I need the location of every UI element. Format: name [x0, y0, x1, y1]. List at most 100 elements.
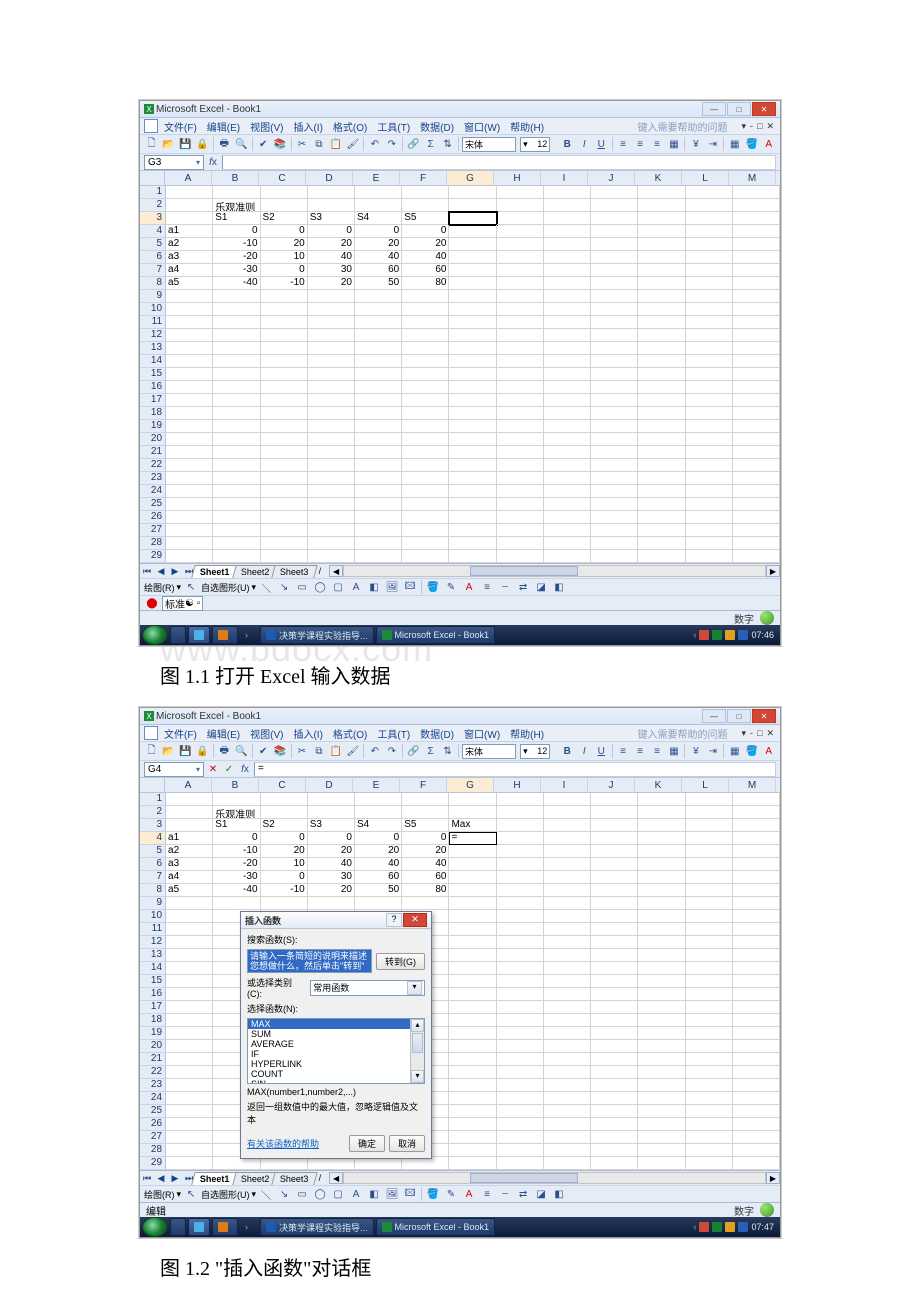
cell[interactable] — [497, 238, 544, 251]
cell[interactable]: 50 — [355, 277, 402, 290]
cell[interactable] — [638, 897, 685, 910]
cell[interactable] — [686, 550, 733, 563]
shadow-icon[interactable]: ◪ — [533, 1186, 549, 1202]
cell[interactable] — [449, 1014, 496, 1027]
cell[interactable]: = — [449, 832, 496, 845]
cell[interactable] — [686, 975, 733, 988]
cell[interactable] — [733, 394, 780, 407]
rectangle-icon[interactable]: ▭ — [294, 1186, 310, 1202]
cell[interactable] — [449, 524, 496, 537]
cell[interactable] — [733, 858, 780, 871]
textbox-icon[interactable]: ▢ — [330, 1186, 346, 1202]
menu-help[interactable]: 帮助(H) — [506, 726, 548, 741]
column-header[interactable]: I — [541, 171, 588, 185]
cell[interactable] — [686, 355, 733, 368]
row-header[interactable]: 15 — [140, 975, 166, 988]
cell[interactable] — [591, 524, 638, 537]
cell[interactable] — [497, 845, 544, 858]
cell[interactable] — [497, 1066, 544, 1079]
cell[interactable] — [686, 459, 733, 472]
cell[interactable] — [497, 936, 544, 949]
list-item[interactable]: IF — [248, 1049, 424, 1059]
cell[interactable] — [261, 537, 308, 550]
cell[interactable] — [544, 277, 591, 290]
spell-icon[interactable]: ✔ — [256, 743, 271, 759]
picture-icon[interactable]: 🖾 — [402, 1186, 418, 1202]
cell[interactable] — [638, 1040, 685, 1053]
cell[interactable]: 0 — [402, 832, 449, 845]
font-size-combo[interactable]: ▾ 12 — [520, 744, 550, 759]
category-select[interactable]: 常用函数 ▾ — [310, 980, 425, 996]
list-item[interactable]: SUM — [248, 1029, 424, 1039]
cell[interactable] — [591, 936, 638, 949]
cell[interactable] — [591, 975, 638, 988]
cell[interactable] — [497, 303, 544, 316]
cell[interactable] — [402, 459, 449, 472]
cell[interactable] — [497, 407, 544, 420]
cell[interactable] — [497, 511, 544, 524]
cell[interactable] — [733, 1157, 780, 1170]
cell[interactable] — [308, 394, 355, 407]
cell[interactable]: 60 — [355, 871, 402, 884]
cell[interactable] — [308, 303, 355, 316]
cell[interactable] — [733, 793, 780, 806]
preview-icon[interactable]: 🔍 — [234, 136, 249, 152]
list-item[interactable]: HYPERLINK — [248, 1059, 424, 1069]
cell[interactable] — [449, 910, 496, 923]
cell[interactable] — [308, 897, 355, 910]
cell[interactable] — [355, 355, 402, 368]
cell[interactable] — [449, 1027, 496, 1040]
cell[interactable] — [591, 1014, 638, 1027]
borders-icon[interactable]: ▦ — [727, 743, 742, 759]
cell[interactable] — [638, 1157, 685, 1170]
cell[interactable] — [213, 472, 260, 485]
cell[interactable] — [733, 485, 780, 498]
cell[interactable]: S3 — [308, 819, 355, 832]
row-header[interactable]: 23 — [140, 472, 166, 485]
cell[interactable] — [308, 342, 355, 355]
cell[interactable] — [213, 433, 260, 446]
cell[interactable] — [733, 1105, 780, 1118]
cell[interactable] — [402, 472, 449, 485]
cell[interactable] — [544, 975, 591, 988]
cell[interactable] — [544, 485, 591, 498]
cell[interactable] — [261, 498, 308, 511]
cell[interactable] — [638, 212, 685, 225]
cell[interactable] — [166, 199, 213, 212]
cell[interactable] — [591, 329, 638, 342]
column-header[interactable]: M — [729, 778, 776, 792]
scroll-right-icon[interactable]: ▶ — [766, 565, 780, 577]
tray-icon-2[interactable] — [712, 630, 722, 640]
doc-max-icon[interactable]: □ — [755, 728, 764, 739]
cell[interactable] — [591, 923, 638, 936]
cell[interactable]: 20 — [308, 884, 355, 897]
row-header[interactable]: 14 — [140, 962, 166, 975]
list-item[interactable]: AVERAGE — [248, 1039, 424, 1049]
cell[interactable] — [733, 1001, 780, 1014]
cell[interactable] — [449, 355, 496, 368]
autosum-icon[interactable]: Σ — [423, 743, 438, 759]
cell[interactable] — [638, 923, 685, 936]
research-icon[interactable]: 📚 — [273, 136, 288, 152]
cell[interactable] — [638, 264, 685, 277]
row-header[interactable]: 25 — [140, 1105, 166, 1118]
align-center-icon[interactable]: ≡ — [633, 136, 648, 152]
cell[interactable] — [449, 962, 496, 975]
cell[interactable] — [686, 524, 733, 537]
hscroll-thumb[interactable] — [470, 566, 577, 576]
drawing-menu[interactable]: 绘图(R) — [144, 581, 175, 594]
cancel-edit-icon[interactable]: ✕ — [206, 762, 220, 776]
cell[interactable] — [213, 511, 260, 524]
row-header[interactable]: 22 — [140, 459, 166, 472]
cell[interactable] — [686, 884, 733, 897]
cell[interactable]: 40 — [355, 858, 402, 871]
cell[interactable] — [497, 988, 544, 1001]
menu-file[interactable]: 文件(F) — [160, 119, 201, 134]
cell[interactable] — [449, 316, 496, 329]
cell[interactable] — [497, 1118, 544, 1131]
cell[interactable] — [686, 1066, 733, 1079]
picture-icon[interactable]: 🖾 — [402, 579, 418, 595]
diagram-icon[interactable]: ◧ — [366, 1186, 382, 1202]
cell[interactable] — [449, 199, 496, 212]
cell[interactable] — [166, 472, 213, 485]
